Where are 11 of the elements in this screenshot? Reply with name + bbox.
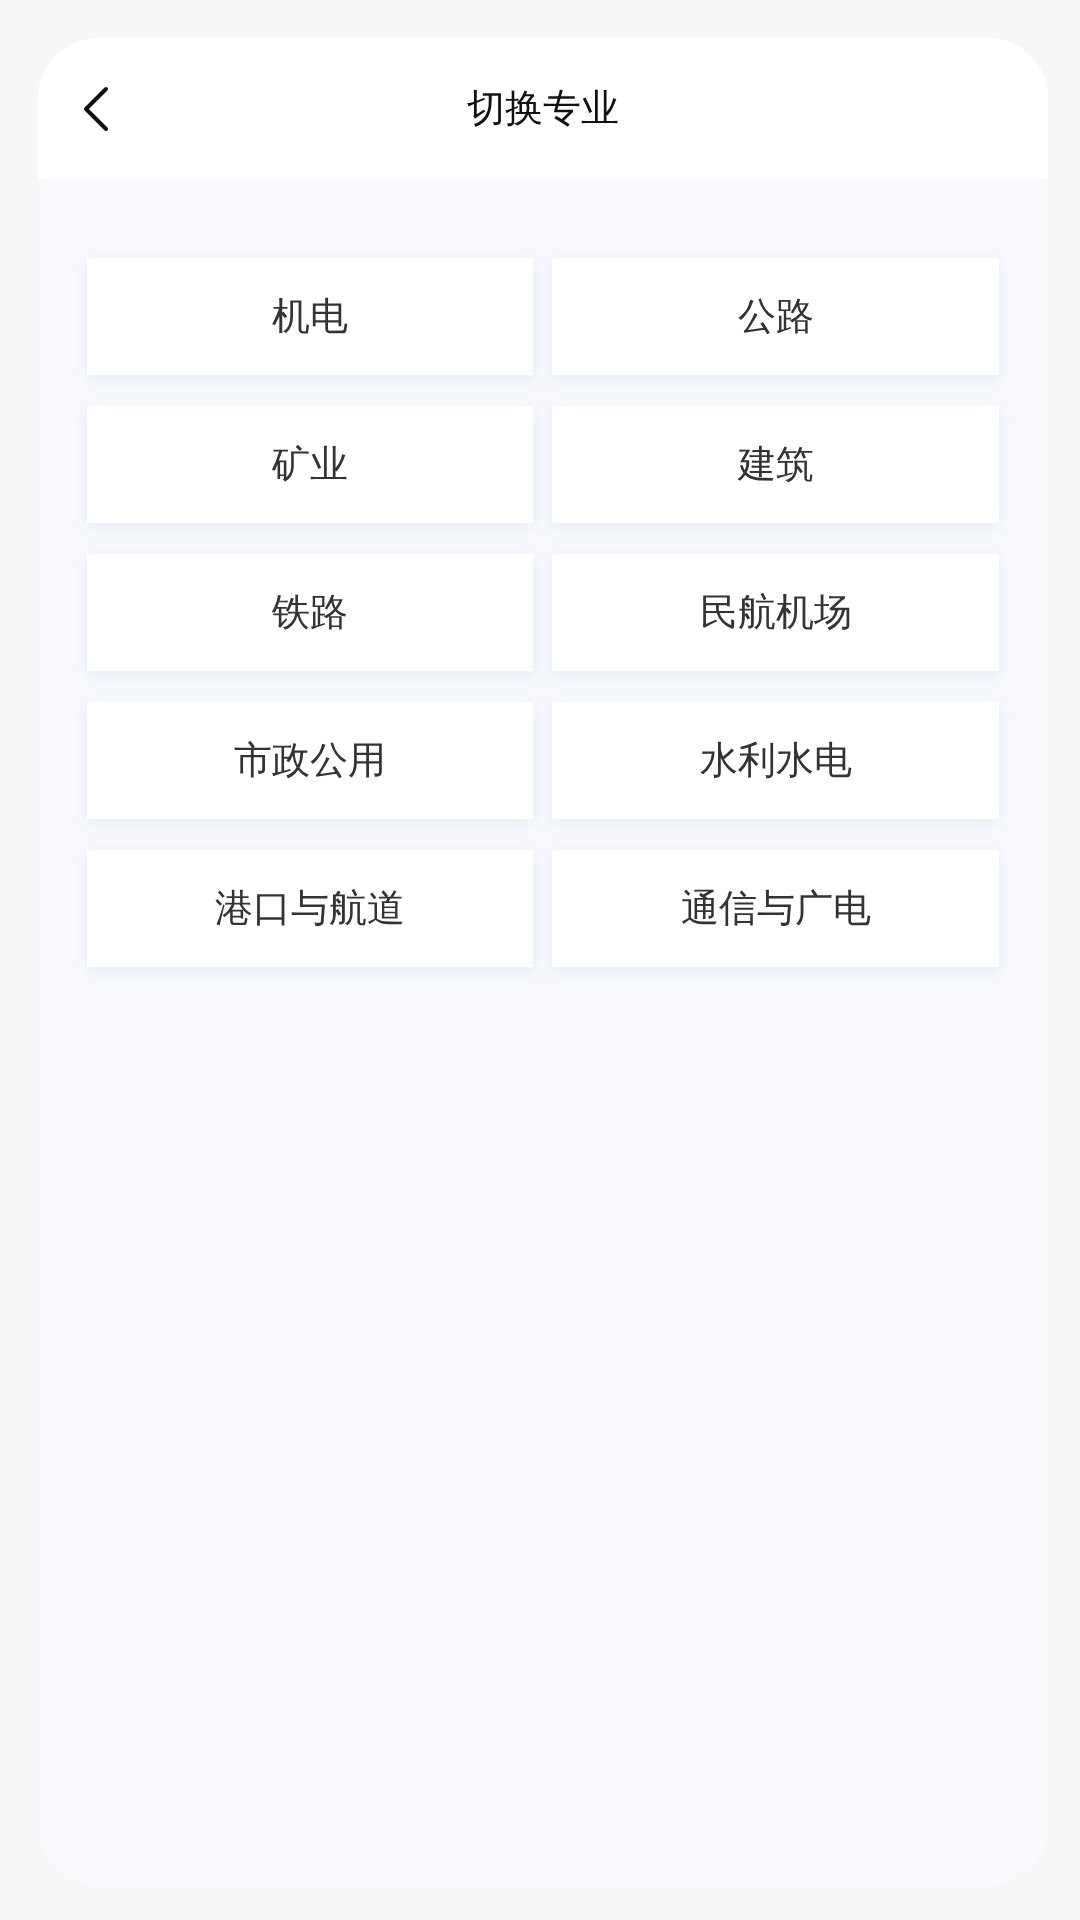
major-option[interactable]: 矿业 (87, 406, 533, 523)
major-option[interactable]: 市政公用 (87, 702, 533, 819)
major-option[interactable]: 民航机场 (552, 554, 999, 671)
major-option[interactable]: 水利水电 (552, 702, 999, 819)
major-option[interactable]: 通信与广电 (552, 850, 999, 967)
major-option[interactable]: 机电 (87, 258, 533, 375)
major-option[interactable]: 公路 (552, 258, 999, 375)
major-option[interactable]: 铁路 (87, 554, 533, 671)
major-option[interactable]: 港口与航道 (87, 850, 533, 967)
page-title: 切换专业 (467, 85, 619, 132)
major-option[interactable]: 建筑 (552, 406, 999, 523)
